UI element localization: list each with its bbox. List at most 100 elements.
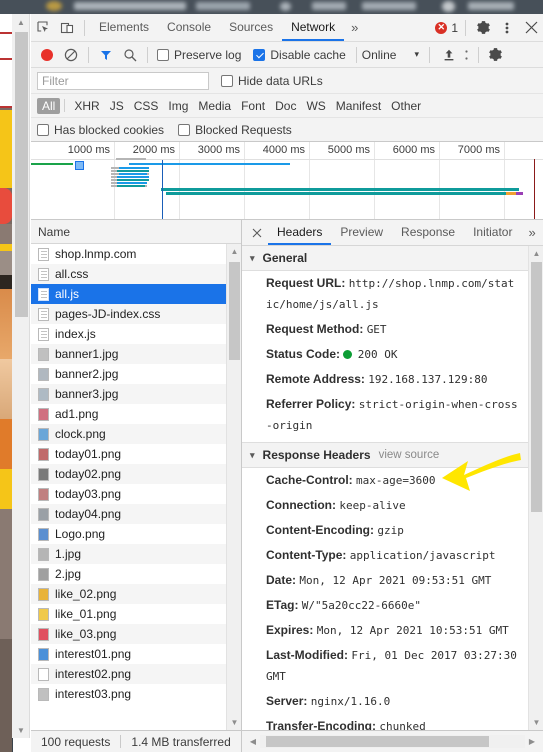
kebab-menu-icon[interactable] <box>495 16 519 40</box>
headers-scroll-thumb[interactable] <box>531 262 542 512</box>
page-scroll-thumb[interactable] <box>15 32 28 317</box>
inspect-cursor-icon[interactable] <box>31 16 55 40</box>
response-view-source-link[interactable]: view source <box>379 449 440 461</box>
request-list-column-header[interactable]: Name <box>31 220 241 244</box>
request-list-item[interactable]: all.css <box>31 264 241 284</box>
upload-icon[interactable] <box>437 43 461 67</box>
throttling-select[interactable]: Online ▾ <box>362 48 419 62</box>
headers-scroll-down[interactable]: ▼ <box>529 715 543 730</box>
overview-tick-5000: 5000 ms <box>327 144 370 156</box>
page-scrollbar[interactable]: ▲ ▼ <box>12 14 30 738</box>
blocked-requests-checkbox[interactable]: Blocked Requests <box>178 123 292 137</box>
request-list-item[interactable]: today01.png <box>31 444 241 464</box>
request-list-item[interactable]: all.js <box>31 284 241 304</box>
overview-bar-teal-long-2 <box>166 192 514 195</box>
tab-console[interactable]: Console <box>158 14 220 41</box>
overview-tick-3000: 3000 ms <box>197 144 240 156</box>
detail-more-tabs-icon[interactable]: » <box>521 225 542 240</box>
request-list-item[interactable]: interest03.png <box>31 684 241 704</box>
type-chip-img[interactable]: Img <box>163 98 193 114</box>
detail-tab-preview[interactable]: Preview <box>331 220 392 245</box>
request-list-item[interactable]: like_01.png <box>31 604 241 624</box>
page-scroll-down-arrow[interactable]: ▼ <box>12 722 30 738</box>
error-count-badge[interactable]: ✕ 1 <box>435 21 460 35</box>
search-icon[interactable] <box>118 43 142 67</box>
ntool-kebab-icon[interactable] <box>461 43 473 67</box>
has-blocked-cookies-checkbox[interactable]: Has blocked cookies <box>37 123 164 137</box>
request-list-scroll-down[interactable]: ▼ <box>227 715 241 730</box>
type-chip-ws[interactable]: WS <box>301 98 330 114</box>
close-icon[interactable] <box>519 16 543 40</box>
request-list-item[interactable]: clock.png <box>31 424 241 444</box>
device-toolbar-icon[interactable] <box>55 16 79 40</box>
type-chip-media[interactable]: Media <box>193 98 236 114</box>
headers-hscroll-right[interactable]: ▶ <box>525 737 539 746</box>
request-list-item[interactable]: banner3.jpg <box>31 384 241 404</box>
request-list-item[interactable]: today04.png <box>31 504 241 524</box>
tab-elements[interactable]: Elements <box>90 14 158 41</box>
request-list-item[interactable]: Logo.png <box>31 524 241 544</box>
type-chip-xhr[interactable]: XHR <box>69 98 104 114</box>
type-chip-all[interactable]: All <box>37 97 61 114</box>
capture-settings-gear-icon[interactable] <box>484 43 508 67</box>
request-list-item[interactable]: today02.png <box>31 464 241 484</box>
type-chip-other[interactable]: Other <box>386 98 426 114</box>
type-chip-js[interactable]: JS <box>105 98 129 114</box>
more-tabs-icon[interactable]: » <box>344 20 365 35</box>
section-general[interactable]: ▾ General <box>242 246 528 271</box>
detail-tab-headers[interactable]: Headers <box>268 220 332 245</box>
status-code-value: 200 OK <box>357 348 398 361</box>
detail-tab-response[interactable]: Response <box>392 220 464 245</box>
type-chip-doc[interactable]: Doc <box>270 98 301 114</box>
type-chip-css[interactable]: CSS <box>129 98 164 114</box>
ntool-divider-2 <box>147 46 148 63</box>
hide-data-urls-checkbox[interactable]: Hide data URLs <box>221 74 323 88</box>
request-list-item[interactable]: shop.lnmp.com <box>31 244 241 264</box>
response-header-value: Mon, 12 Apr 2021 09:53:51 GMT <box>299 574 492 587</box>
request-list-item[interactable]: 1.jpg <box>31 544 241 564</box>
clear-button[interactable] <box>59 43 83 67</box>
filter-input[interactable] <box>37 71 209 90</box>
tab-network[interactable]: Network <box>282 14 345 41</box>
headers-scroll-up[interactable]: ▲ <box>529 246 543 261</box>
request-list-item[interactable]: index.js <box>31 324 241 344</box>
detail-tab-initiator[interactable]: Initiator <box>464 220 521 245</box>
request-list-item[interactable]: like_03.png <box>31 624 241 644</box>
request-list-item[interactable]: banner2.jpg <box>31 364 241 384</box>
request-list-item-name: all.css <box>55 267 89 281</box>
request-list-item[interactable]: 2.jpg <box>31 564 241 584</box>
headers-scroll-area[interactable]: ▾ General Request URL: http://shop.lnmp.… <box>242 246 528 730</box>
request-list[interactable]: shop.lnmp.com all.css all.js pages-JD-index… <box>31 244 241 730</box>
close-detail-icon[interactable] <box>248 224 266 242</box>
request-list-item[interactable]: interest01.png <box>31 644 241 664</box>
request-list-item[interactable]: interest02.png <box>31 664 241 684</box>
preserve-log-checkbox[interactable]: Preserve log <box>157 48 241 62</box>
headers-hscroll-left[interactable]: ◀ <box>246 737 260 746</box>
request-list-scrollbar[interactable]: ▲ ▼ <box>226 244 241 730</box>
request-list-item[interactable]: banner1.jpg <box>31 344 241 364</box>
headers-horizontal-scrollbar[interactable]: ◀ ▶ <box>242 730 543 752</box>
request-list-scroll-thumb[interactable] <box>229 262 240 360</box>
status-code-key: Status Code: <box>266 347 341 361</box>
type-chip-font[interactable]: Font <box>236 98 270 114</box>
page-scroll-up-arrow[interactable]: ▲ <box>12 14 30 30</box>
network-overview-timeline[interactable]: 1000 ms 2000 ms 3000 ms 4000 ms 5000 ms … <box>31 142 543 220</box>
request-list-item[interactable]: ad1.png <box>31 404 241 424</box>
request-list-item[interactable]: today03.png <box>31 484 241 504</box>
request-detail-pane: Headers Preview Response Initiator » ▾ G… <box>242 220 543 752</box>
request-list-item-name: index.js <box>55 327 96 341</box>
record-button[interactable] <box>35 43 59 67</box>
gear-icon[interactable] <box>471 16 495 40</box>
request-list-item[interactable]: like_02.png <box>31 584 241 604</box>
request-list-item[interactable]: pages-JD-index.css <box>31 304 241 324</box>
type-chip-manifest[interactable]: Manifest <box>331 98 386 114</box>
headers-hscroll-track[interactable] <box>260 735 525 748</box>
section-response-headers[interactable]: ▾ Response Headers view source <box>242 442 528 468</box>
disable-cache-checkbox[interactable]: Disable cache <box>253 48 346 62</box>
response-header-key: Expires: <box>266 623 314 637</box>
headers-scrollbar[interactable]: ▲ ▼ <box>528 246 543 730</box>
headers-hscroll-thumb[interactable] <box>266 736 489 747</box>
request-list-scroll-up[interactable]: ▲ <box>227 244 241 259</box>
tab-sources[interactable]: Sources <box>220 14 282 41</box>
funnel-icon[interactable] <box>94 43 118 67</box>
